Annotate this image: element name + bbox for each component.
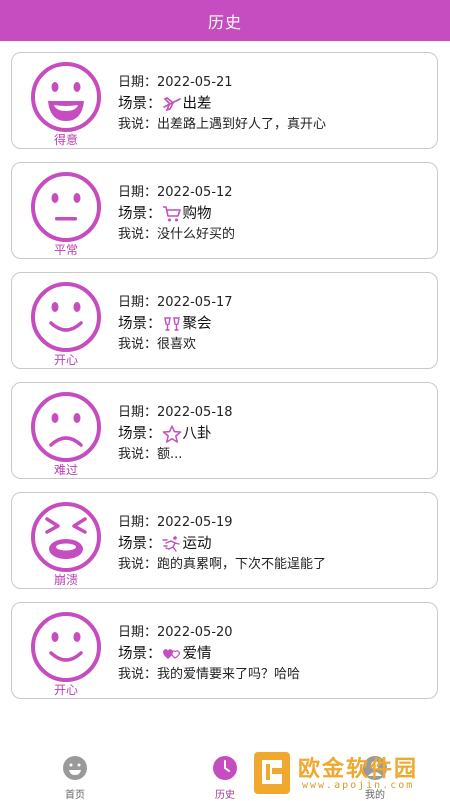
history-card[interactable]: 开心 日期：2022-05-20 场景： 爱情 我说：我的爱情要来了吗？哈哈	[11, 602, 438, 699]
record-date: 日期：2022-05-19	[118, 515, 233, 530]
mood-label: 难过	[53, 463, 78, 477]
shopping-cart-icon	[162, 206, 181, 222]
record-note: 我说：我的爱情要来了吗？哈哈	[118, 667, 301, 682]
app-header: 历史	[0, 0, 450, 41]
history-card[interactable]: 难过 日期：2022-05-18 场景： 八卦 我说：额...	[11, 382, 438, 479]
watermark-text: 欧金软件园	[298, 757, 419, 782]
neutral-face-icon	[31, 172, 101, 242]
mood-face: 得意	[28, 61, 104, 148]
record-date: 日期：2022-05-12	[118, 185, 233, 200]
record-note: 我说：出差路上遇到好人了，真开心	[118, 117, 327, 132]
grin-face-icon	[31, 62, 101, 132]
record-scene: 场景： 出差	[118, 96, 212, 112]
tab-home[interactable]: 首页	[45, 755, 105, 801]
record-scene: 场景： 爱情	[118, 646, 212, 662]
history-card[interactable]: 平常 日期：2022-05-12 场景： 购物 我说：没什么好买的	[11, 162, 438, 259]
record-date: 日期：2022-05-17	[118, 295, 233, 310]
page-title: 历史	[207, 12, 242, 32]
record-scene: 场景： 运动	[118, 536, 212, 552]
record-note: 我说：没什么好买的	[118, 227, 236, 242]
clock-icon	[213, 756, 237, 780]
mood-label: 崩溃	[53, 573, 78, 587]
sad-face-icon	[31, 392, 101, 462]
record-date: 日期：2022-05-21	[118, 75, 233, 90]
airplane-icon	[162, 97, 181, 112]
smile-face-icon	[31, 612, 101, 682]
watermark: 欧金软件园 www.apojin.com	[246, 748, 450, 800]
record-note: 我说：额...	[118, 447, 183, 462]
mood-face: 平常	[28, 171, 104, 258]
mood-label: 开心	[53, 353, 78, 367]
star-icon	[162, 425, 181, 443]
watermark-logo-icon	[254, 752, 290, 794]
smiley-home-icon	[63, 756, 87, 780]
hearts-icon	[162, 649, 180, 659]
mood-face: 开心	[28, 281, 104, 368]
history-card[interactable]: 开心 日期：2022-05-17 场景： 聚会 我说：很喜欢	[11, 272, 438, 369]
mood-label: 开心	[53, 683, 78, 697]
history-card[interactable]: 得意 日期：2022-05-21 场景： 出差 我说：出差路上遇到好人了，真开心	[11, 52, 438, 149]
watermark-url: www.apojin.com	[302, 780, 415, 791]
mood-face: 崩溃	[28, 501, 104, 588]
mood-label: 平常	[53, 243, 78, 257]
record-scene: 场景： 聚会	[118, 316, 212, 332]
smile-face-icon	[31, 282, 101, 352]
record-scene: 场景： 八卦	[118, 425, 212, 443]
cheers-glasses-icon	[163, 317, 180, 331]
record-scene: 场景： 购物	[118, 206, 212, 222]
record-date: 日期：2022-05-20	[118, 625, 233, 640]
mood-label: 得意	[53, 133, 78, 147]
record-note: 我说：很喜欢	[118, 337, 197, 352]
mood-face: 难过	[28, 391, 104, 478]
history-card[interactable]: 崩溃 日期：2022-05-19 场景： 运动 我说：跑的真累啊，下次不能逞能了	[11, 492, 438, 589]
record-note: 我说：跑的真累啊，下次不能逞能了	[118, 557, 327, 572]
running-icon	[161, 536, 180, 552]
record-date: 日期：2022-05-18	[118, 405, 233, 420]
crying-face-icon	[31, 502, 101, 572]
mood-face: 开心	[28, 611, 104, 698]
